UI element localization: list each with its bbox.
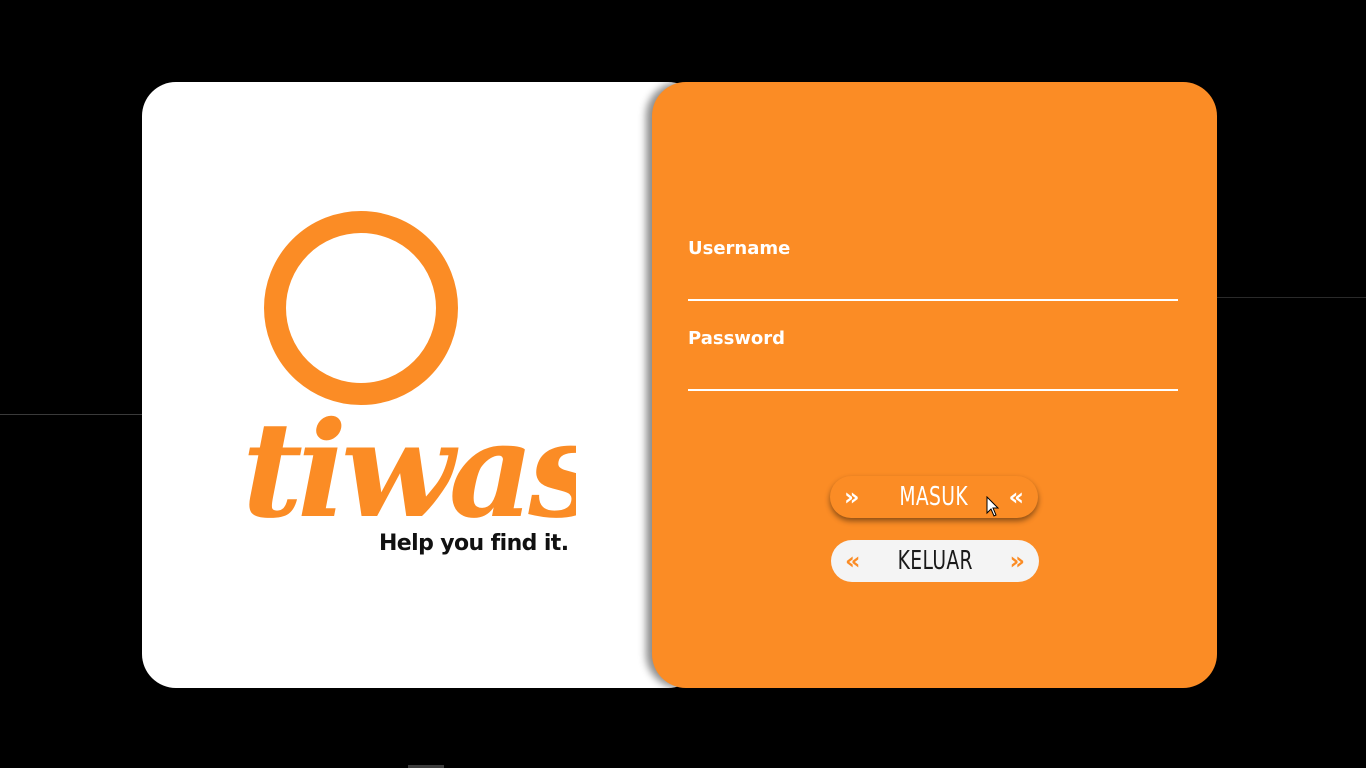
mouse-cursor-icon <box>986 495 1000 518</box>
double-chevron-left-icon: « <box>845 547 861 575</box>
username-label: Username <box>688 238 791 259</box>
brand-tagline: Help you find it. <box>379 531 568 556</box>
background-line <box>1216 297 1366 298</box>
password-label: Password <box>688 328 786 349</box>
username-input[interactable] <box>688 271 1178 301</box>
login-panel: Username Password » MASUK « « KELUAR » <box>652 82 1217 688</box>
double-chevron-left-icon: « <box>1008 483 1024 511</box>
double-chevron-right-icon: » <box>1009 547 1025 575</box>
background-line <box>0 414 142 415</box>
masuk-button-label: MASUK <box>899 482 969 512</box>
masuk-button[interactable]: » MASUK « <box>830 476 1038 518</box>
desktop-background: tiwas Help you find it. Username Passwor… <box>0 0 1366 768</box>
password-input[interactable] <box>688 361 1178 391</box>
keluar-button[interactable]: « KELUAR » <box>831 540 1039 582</box>
keluar-button-label: KELUAR <box>897 546 973 576</box>
logo-ring-icon <box>264 211 458 405</box>
brand-name: tiwas <box>242 393 576 548</box>
double-chevron-right-icon: » <box>844 483 860 511</box>
tiwas-logo: tiwas Help you find it. <box>236 204 576 564</box>
